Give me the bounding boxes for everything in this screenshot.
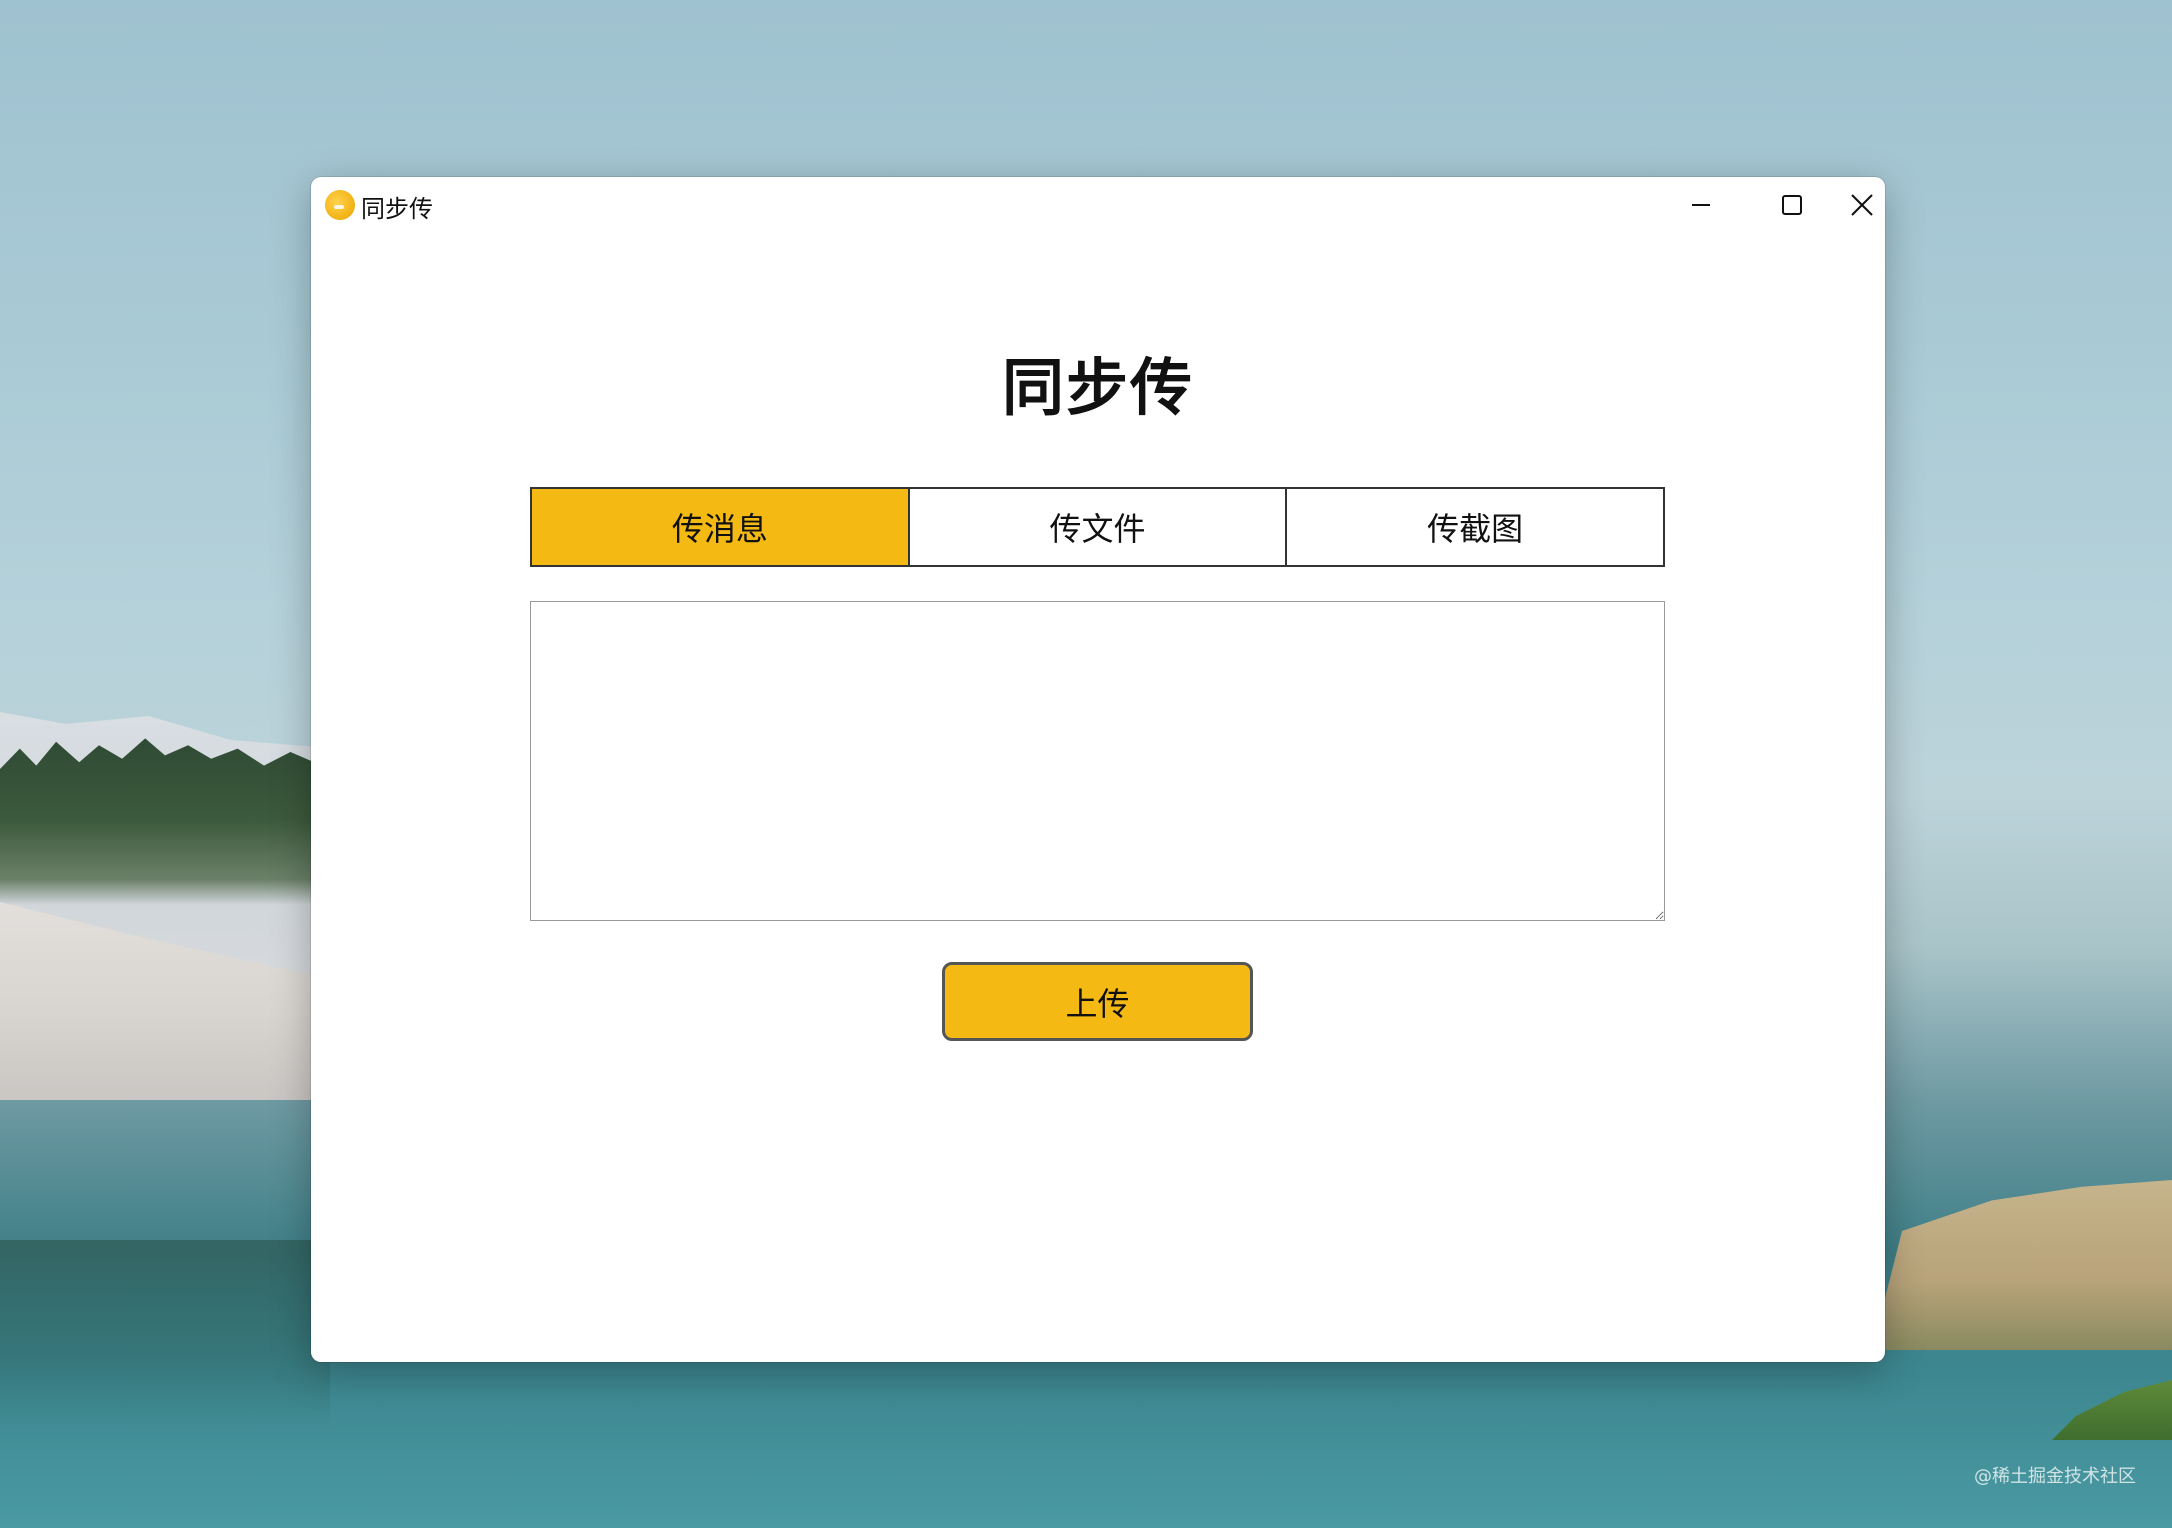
tab-bar: 传消息 传文件 传截图 bbox=[530, 487, 1665, 567]
background-trees bbox=[0, 738, 330, 905]
close-icon bbox=[1850, 194, 1873, 216]
window-title: 同步传 bbox=[361, 195, 433, 223]
maximize-button[interactable] bbox=[1746, 177, 1838, 233]
page-title: 同步传 bbox=[1001, 351, 1194, 424]
desktop-background: @稀土掘金技术社区 同步传 同步传 传消息 传文件 传截图 上传 bbox=[0, 0, 2172, 1528]
minimize-button[interactable] bbox=[1655, 177, 1747, 233]
watermark: @稀土掘金技术社区 bbox=[1974, 1466, 2136, 1487]
minimize-icon bbox=[1692, 204, 1710, 206]
background-grass bbox=[1872, 1180, 2172, 1350]
tab-send-screenshot[interactable]: 传截图 bbox=[1285, 489, 1664, 565]
title-bar[interactable]: 同步传 bbox=[311, 177, 1885, 233]
close-button[interactable] bbox=[1838, 177, 1885, 233]
app-logo-icon bbox=[325, 190, 355, 220]
tab-send-message[interactable]: 传消息 bbox=[532, 489, 908, 565]
maximize-icon bbox=[1782, 195, 1802, 215]
upload-button[interactable]: 上传 bbox=[942, 962, 1253, 1041]
message-textarea[interactable] bbox=[530, 601, 1665, 921]
tab-send-file[interactable]: 传文件 bbox=[907, 489, 1286, 565]
background-reflection bbox=[0, 1240, 330, 1430]
app-window: 同步传 同步传 传消息 传文件 传截图 上传 bbox=[311, 177, 1885, 1362]
background-grass-green bbox=[2052, 1380, 2172, 1440]
